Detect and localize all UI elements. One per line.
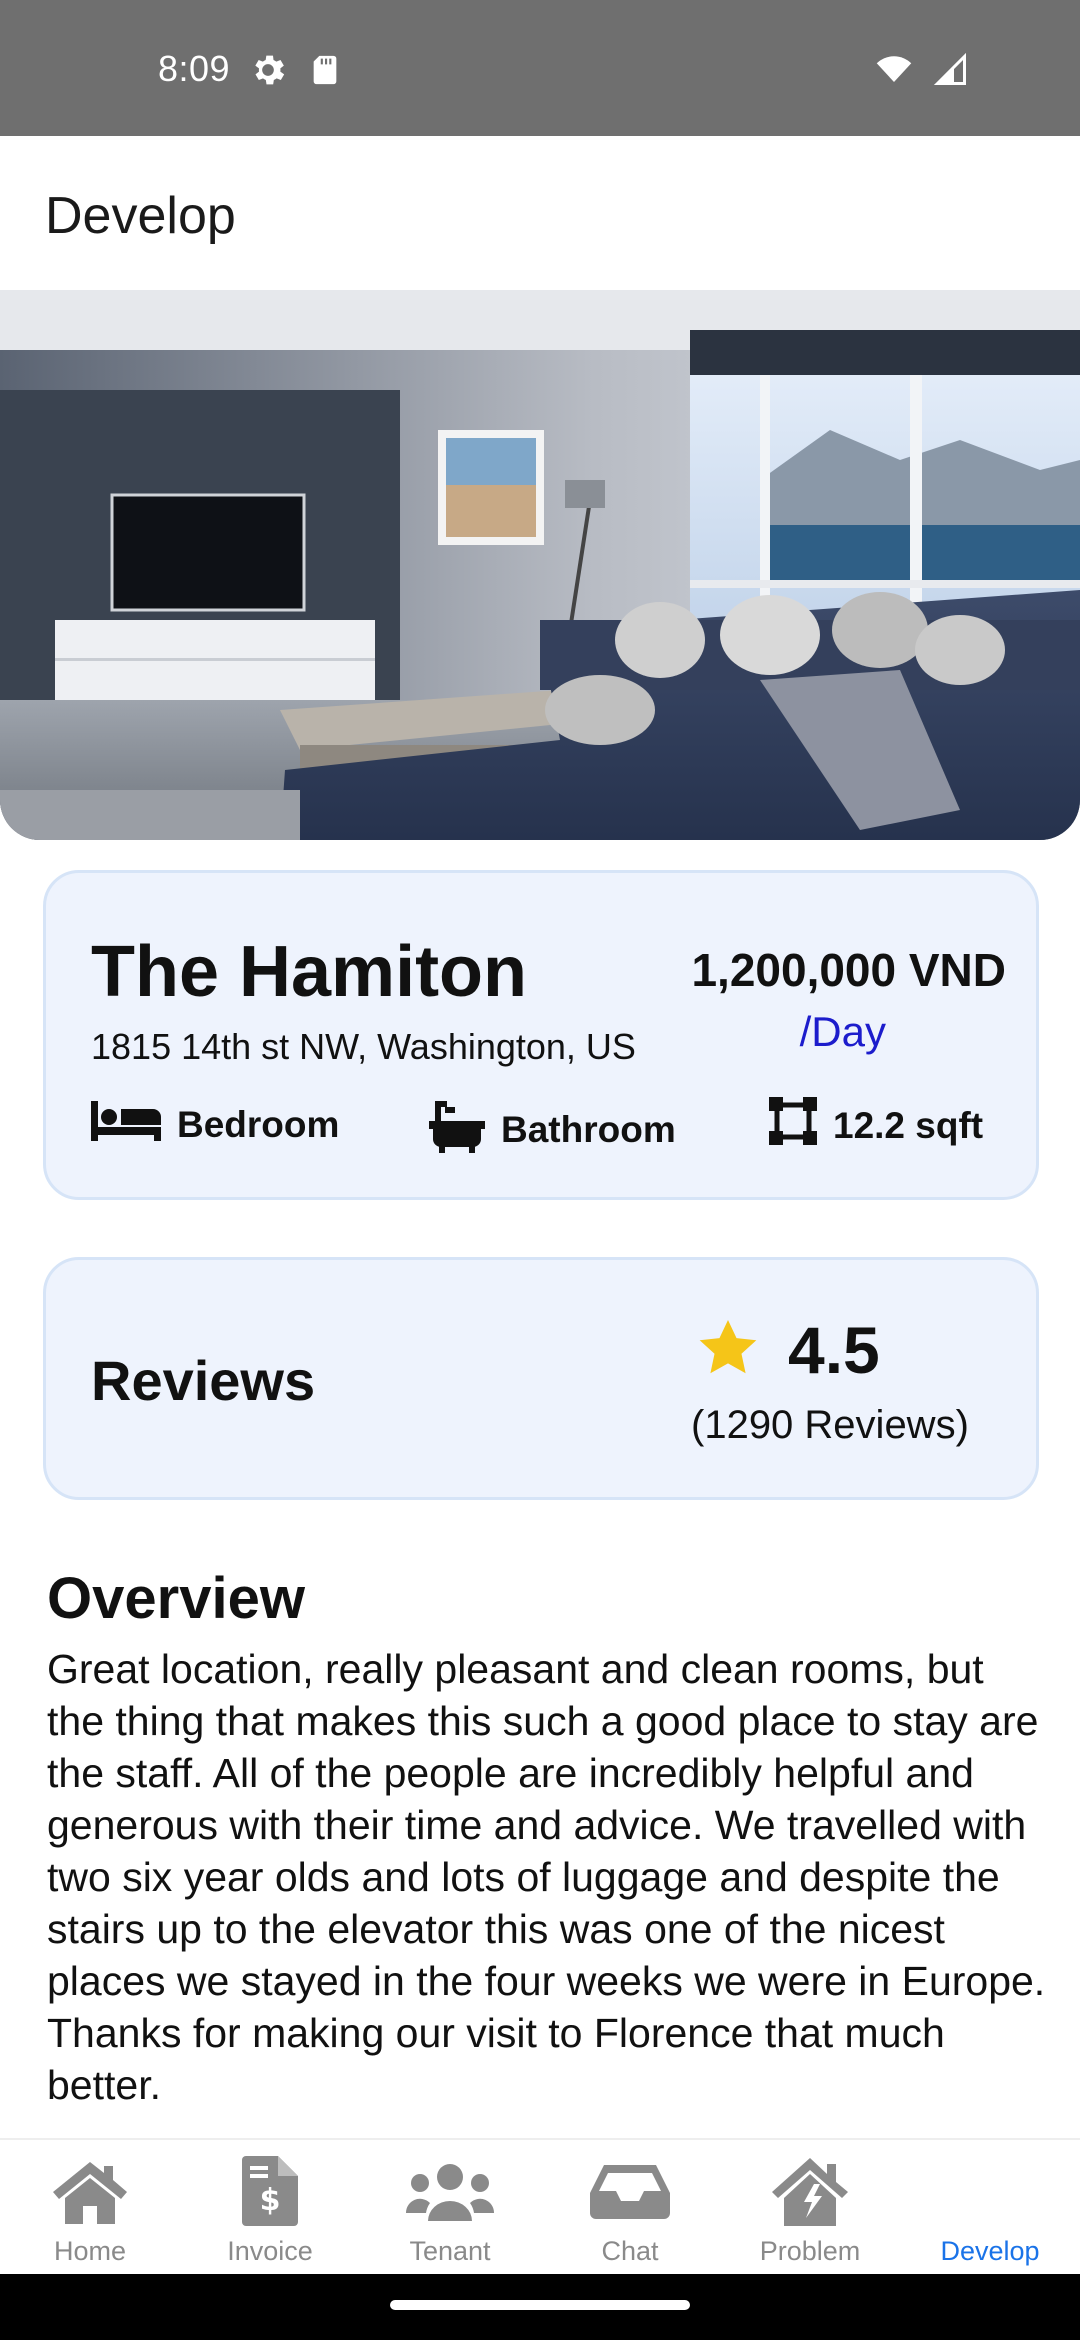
property-price: 1,200,000 VND	[691, 944, 1006, 996]
bottom-nav: Home $ Invoice Tenant Chat Problem Devel…	[0, 2138, 1080, 2274]
nav-item-problem[interactable]: Problem	[720, 2140, 900, 2274]
reviews-title: Reviews	[91, 1349, 316, 1412]
settings-icon	[248, 50, 288, 95]
nav-item-tenant[interactable]: Tenant	[360, 2140, 540, 2274]
nav-item-invoice[interactable]: $ Invoice	[180, 2140, 360, 2274]
app-bar: Develop	[0, 136, 1080, 290]
price-period: /Day	[799, 1008, 886, 1055]
reviews-card[interactable]: Reviews 4.5 (1290 Reviews)	[43, 1257, 1039, 1500]
nav-label-tenant: Tenant	[409, 2236, 491, 2266]
feature-bedroom: Bedroom	[91, 1097, 339, 1152]
page-title: Develop	[45, 187, 236, 245]
nav-label-invoice: Invoice	[227, 2236, 313, 2266]
home-icon	[51, 2156, 129, 2226]
invoice-icon: $	[242, 2156, 298, 2226]
home-gesture-handle[interactable]	[390, 2300, 690, 2310]
property-photo	[0, 290, 1080, 840]
wifi-icon	[874, 52, 914, 93]
inbox-icon	[590, 2156, 670, 2226]
system-nav-bar	[0, 2274, 1080, 2340]
nav-label-home: Home	[53, 2236, 127, 2266]
bathroom-label: Bathroom	[501, 1108, 676, 1150]
nav-label-problem: Problem	[759, 2236, 861, 2266]
status-bar: 8:09	[0, 0, 1080, 136]
overview-text: Great location, really pleasant and clea…	[47, 1646, 1046, 2108]
nav-item-home[interactable]: Home	[0, 2140, 180, 2274]
overview-title: Overview	[47, 1566, 305, 1631]
size-label: 12.2 sqft	[833, 1104, 984, 1146]
status-icons-right	[874, 52, 970, 93]
rating-value: 4.5	[788, 1313, 880, 1387]
svg-text:$: $	[260, 2183, 281, 2218]
vector-square-icon	[769, 1097, 817, 1154]
sd-card-icon	[308, 52, 342, 93]
feature-size: 12.2 sqft	[769, 1097, 983, 1154]
review-count: (1290 Reviews)	[691, 1403, 969, 1447]
signal-icon	[932, 52, 970, 93]
nav-item-develop[interactable]: Develop	[900, 2140, 1080, 2274]
property-address: 1815 14th st NW, Washington, US	[91, 1026, 636, 1067]
home-alert-icon	[770, 2156, 850, 2226]
bathtub-icon	[429, 1097, 485, 1162]
feature-bathroom: Bathroom	[429, 1097, 676, 1162]
users-icon	[406, 2156, 494, 2226]
bed-icon	[91, 1097, 161, 1152]
nav-label-develop: Develop	[940, 2236, 1040, 2266]
property-name: The Hamiton	[91, 932, 528, 1012]
nav-item-chat[interactable]: Chat	[540, 2140, 720, 2274]
property-info-card[interactable]: The Hamiton 1815 14th st NW, Washington,…	[43, 870, 1039, 1200]
nav-label-chat: Chat	[601, 2236, 659, 2266]
status-time: 8:09	[158, 48, 231, 89]
star-icon	[694, 1315, 762, 1386]
status-icons-left	[248, 50, 342, 95]
bedroom-label: Bedroom	[177, 1103, 340, 1145]
